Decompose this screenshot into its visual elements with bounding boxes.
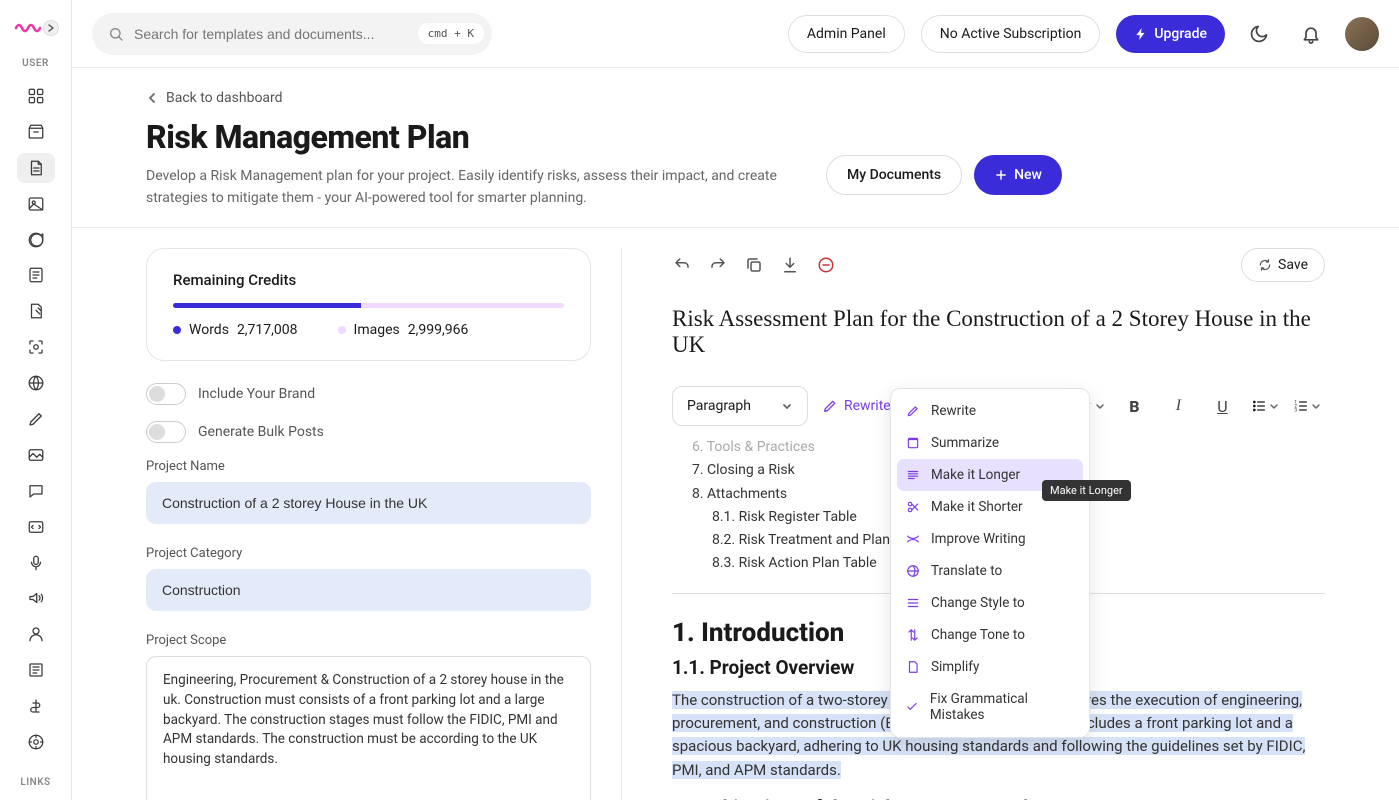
sidebar-section-links: LINKS	[20, 777, 50, 788]
project-scope-label: Project Scope	[146, 633, 591, 648]
refresh-icon	[1258, 258, 1272, 272]
form-panel: Remaining Credits Words 2,717,008 Images…	[146, 248, 591, 800]
nav-help[interactable]	[17, 727, 55, 757]
plus-icon	[994, 168, 1008, 182]
toggle-bulk-label: Generate Bulk Posts	[198, 424, 324, 440]
avatar[interactable]	[1345, 17, 1379, 51]
nav-tasks[interactable]	[17, 260, 55, 290]
doc-toolbar: Save	[672, 248, 1325, 282]
italic-button[interactable]: I	[1163, 391, 1193, 421]
download-button[interactable]	[780, 255, 800, 275]
redo-button[interactable]	[708, 255, 728, 275]
nav-gallery[interactable]	[17, 440, 55, 470]
logo-row	[13, 18, 59, 38]
toggle-brand[interactable]	[146, 383, 186, 405]
project-category-label: Project Category	[146, 546, 591, 561]
new-label: New	[1014, 167, 1042, 183]
theme-toggle[interactable]	[1241, 16, 1277, 52]
my-documents-button[interactable]: My Documents	[826, 155, 962, 195]
nav-comment[interactable]	[17, 476, 55, 506]
new-button[interactable]: New	[974, 155, 1062, 195]
underline-button[interactable]: U	[1207, 391, 1237, 421]
project-category-input[interactable]	[146, 569, 591, 611]
project-name-input[interactable]	[146, 482, 591, 524]
nav-edit-doc[interactable]	[17, 296, 55, 326]
toggle-brand-label: Include Your Brand	[198, 386, 315, 402]
chevron-left-icon	[146, 92, 158, 104]
nav-billing[interactable]	[17, 691, 55, 721]
nav-dashboard[interactable]	[17, 81, 55, 111]
nav-images[interactable]	[17, 189, 55, 219]
notifications-button[interactable]	[1293, 16, 1329, 52]
bolt-icon	[1134, 27, 1148, 41]
document-title: Risk Assessment Plan for the Constructio…	[672, 306, 1325, 358]
ai-change-tone[interactable]: Change Tone to	[891, 619, 1089, 651]
back-link[interactable]: Back to dashboard	[146, 90, 826, 106]
topbar: cmd + K Admin Panel No Active Subscripti…	[72, 0, 1399, 68]
upgrade-button[interactable]: Upgrade	[1116, 15, 1225, 53]
undo-button[interactable]	[672, 255, 692, 275]
upgrade-label: Upgrade	[1154, 26, 1207, 42]
search-icon	[108, 26, 124, 42]
copy-button[interactable]	[744, 255, 764, 275]
project-name-label: Project Name	[146, 459, 591, 474]
nav-archive[interactable]	[17, 117, 55, 147]
page-header: Back to dashboard Risk Management Plan D…	[72, 68, 1399, 228]
tooltip: Make it Longer	[1042, 480, 1131, 501]
logo-icon	[13, 18, 43, 38]
delete-button[interactable]	[816, 255, 836, 275]
sidebar: USER LINKS	[0, 0, 72, 800]
nav-scan[interactable]	[17, 332, 55, 362]
search-input[interactable]	[134, 26, 408, 42]
pencil-icon	[822, 398, 838, 414]
ai-simplify[interactable]: Simplify	[891, 651, 1089, 683]
nav-code[interactable]	[17, 512, 55, 542]
back-label: Back to dashboard	[166, 90, 283, 106]
main: Back to dashboard Risk Management Plan D…	[72, 68, 1399, 800]
sidebar-expand-button[interactable]	[43, 20, 59, 36]
nav-mic[interactable]	[17, 548, 55, 578]
project-scope-textarea[interactable]	[146, 656, 591, 800]
chevron-down-icon	[781, 400, 793, 412]
save-button[interactable]: Save	[1241, 248, 1325, 282]
page-title: Risk Management Plan	[146, 118, 826, 156]
sidebar-section-user: USER	[22, 58, 49, 69]
ai-actions-menu: Rewrite Summarize Make it Longer Make it…	[890, 388, 1090, 738]
number-list-button[interactable]: 123	[1293, 398, 1321, 414]
rewrite-button[interactable]: Rewrite	[822, 398, 891, 414]
bold-button[interactable]: B	[1119, 391, 1149, 421]
ai-translate[interactable]: Translate to	[891, 555, 1089, 587]
credits-bar	[173, 303, 564, 308]
ai-improve[interactable]: Improve Writing	[891, 523, 1089, 555]
document-panel: Save Risk Assessment Plan for the Constr…	[621, 248, 1325, 800]
ai-change-style[interactable]: Change Style to	[891, 587, 1089, 619]
ai-fix-grammar[interactable]: Fix Grammatical Mistakes	[891, 683, 1089, 731]
subscription-status[interactable]: No Active Subscription	[921, 15, 1101, 53]
nav-documents[interactable]	[17, 153, 55, 183]
credits-images: Images 2,999,966	[338, 322, 469, 338]
toggle-bulk[interactable]	[146, 421, 186, 443]
bullet-list-button[interactable]	[1251, 398, 1279, 414]
nav-user[interactable]	[17, 619, 55, 649]
credits-card: Remaining Credits Words 2,717,008 Images…	[146, 248, 591, 361]
ai-rewrite[interactable]: Rewrite	[891, 395, 1089, 427]
credits-title: Remaining Credits	[173, 271, 564, 289]
doc-heading-2: 1.2. Objectives of the Risk Assessment P…	[672, 796, 1325, 800]
nav-chat[interactable]	[17, 225, 55, 255]
admin-panel-link[interactable]: Admin Panel	[788, 15, 905, 53]
search-kbd: cmd + K	[418, 23, 484, 44]
page-description: Develop a Risk Management plan for your …	[146, 166, 826, 209]
svg-text:3: 3	[1295, 408, 1298, 414]
search-box[interactable]: cmd + K	[92, 13, 492, 55]
nav-news[interactable]	[17, 655, 55, 685]
ai-summarize[interactable]: Summarize	[891, 427, 1089, 459]
nav-pen[interactable]	[17, 404, 55, 434]
credits-words: Words 2,717,008	[173, 322, 298, 338]
style-select[interactable]: Paragraph	[672, 386, 808, 426]
nav-sound[interactable]	[17, 583, 55, 613]
save-label: Save	[1278, 257, 1308, 273]
nav-globe[interactable]	[17, 368, 55, 398]
